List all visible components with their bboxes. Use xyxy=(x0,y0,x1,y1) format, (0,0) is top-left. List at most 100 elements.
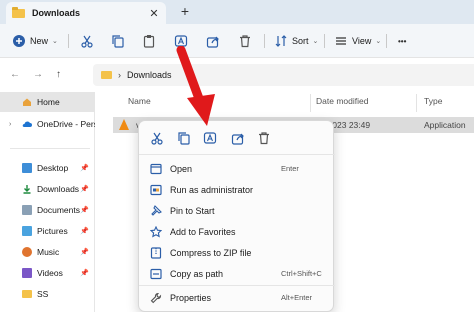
menu-item-shortcut: Alt+Enter xyxy=(281,293,313,302)
sidebar-item-home[interactable]: Home xyxy=(0,92,95,112)
breadcrumb[interactable]: Downloads xyxy=(127,70,172,80)
navigation-pane: Home › OneDrive - Perso Desktop 📌 Downlo… xyxy=(0,92,95,312)
pin-icon xyxy=(151,204,162,216)
toolbar-divider xyxy=(324,34,325,48)
view-button[interactable]: View ⌄ xyxy=(334,33,381,49)
chevron-down-icon: ⌄ xyxy=(375,38,382,45)
document-icon xyxy=(22,205,32,215)
scissors-icon xyxy=(81,35,93,48)
column-divider[interactable] xyxy=(416,94,417,112)
pin-icon[interactable]: 📌 xyxy=(80,269,89,277)
sidebar-item-onedrive[interactable]: › OneDrive - Perso xyxy=(0,114,95,134)
up-arrow-icon[interactable]: ↑ xyxy=(56,69,61,80)
address-bar[interactable]: › Downloads xyxy=(93,64,474,86)
menu-item-open[interactable]: Open Enter xyxy=(139,158,335,179)
paste-button[interactable] xyxy=(142,33,156,49)
zip-icon xyxy=(150,246,162,259)
view-icon xyxy=(336,37,346,45)
music-icon xyxy=(22,247,32,257)
chevron-right-icon[interactable]: › xyxy=(9,121,11,128)
menu-item-copy-as-path[interactable]: Copy as path Ctrl+Shift+C xyxy=(139,263,335,284)
copy-icon xyxy=(112,35,124,48)
pin-icon[interactable]: 📌 xyxy=(80,185,89,193)
sidebar-divider xyxy=(10,148,90,149)
tab-downloads[interactable]: Downloads ✕ xyxy=(6,2,166,24)
address-row: ← → ↑ › Downloads xyxy=(0,58,474,92)
open-icon xyxy=(150,163,162,174)
cut-button[interactable] xyxy=(80,33,94,49)
sort-label: Sort xyxy=(292,36,309,46)
tab-bar: Downloads ✕ + xyxy=(0,0,474,24)
folder-icon xyxy=(101,71,112,79)
chevron-down-icon: ⌄ xyxy=(312,38,319,45)
sort-button[interactable]: Sort ⌄ xyxy=(274,33,318,49)
clipboard-icon xyxy=(143,35,155,48)
sidebar-item-pictures[interactable]: Pictures 📌 xyxy=(0,221,95,241)
menu-item-label: Run as administrator xyxy=(170,184,254,195)
sidebar-item-downloads[interactable]: Downloads 📌 xyxy=(0,179,95,199)
more-options-button[interactable]: ••• xyxy=(398,33,406,49)
context-menu: Open Enter Run as administrator Pin to S… xyxy=(138,120,335,312)
vlc-cone-icon xyxy=(119,119,129,130)
chevron-down-icon: ⌄ xyxy=(52,38,58,45)
path-icon xyxy=(150,268,162,279)
toolbar-divider xyxy=(68,34,69,48)
share-icon[interactable] xyxy=(231,131,245,145)
sidebar-item-documents[interactable]: Documents 📌 xyxy=(0,200,95,220)
column-header-name[interactable]: Name xyxy=(128,96,151,106)
sidebar-item-label: Documents xyxy=(37,205,80,215)
menu-item-compress-zip[interactable]: Compress to ZIP file xyxy=(139,242,335,263)
column-header-type[interactable]: Type xyxy=(424,96,442,106)
column-divider[interactable] xyxy=(310,94,311,112)
pin-icon[interactable]: 📌 xyxy=(80,227,89,235)
menu-item-pin-to-start[interactable]: Pin to Start xyxy=(139,200,335,221)
sidebar-item-label: Music xyxy=(37,247,60,257)
sidebar-item-label: Desktop xyxy=(37,163,69,173)
back-arrow-icon[interactable]: ← xyxy=(10,69,20,80)
video-icon xyxy=(22,268,32,278)
menu-item-shortcut: Enter xyxy=(281,164,299,173)
forward-arrow-icon[interactable]: → xyxy=(33,69,43,80)
folder-icon xyxy=(12,6,25,18)
file-type: Application xyxy=(424,120,466,130)
context-menu-quick-actions xyxy=(139,121,335,155)
pin-icon[interactable]: 📌 xyxy=(80,164,89,172)
sidebar-item-label: Downloads xyxy=(37,184,80,194)
menu-item-label: Properties xyxy=(170,292,212,303)
pin-icon[interactable]: 📌 xyxy=(80,248,89,256)
new-tab-button[interactable]: + xyxy=(178,3,192,19)
copy-button[interactable] xyxy=(111,33,125,49)
close-tab-icon[interactable]: ✕ xyxy=(148,7,160,20)
sidebar-item-label: SS xyxy=(37,289,49,299)
tab-title: Downloads xyxy=(32,8,81,18)
menu-item-label: Copy as path xyxy=(170,268,224,279)
chevron-right-icon: › xyxy=(118,70,121,80)
pin-icon[interactable]: 📌 xyxy=(80,206,89,214)
menu-item-label: Open xyxy=(170,163,193,174)
desktop-icon xyxy=(22,163,32,173)
menu-item-add-to-favorites[interactable]: Add to Favorites xyxy=(139,221,335,242)
sidebar-item-videos[interactable]: Videos 📌 xyxy=(0,263,95,283)
trash-icon[interactable] xyxy=(257,131,271,145)
sidebar-item-label: Pictures xyxy=(37,226,68,236)
sidebar-item-ss[interactable]: SS xyxy=(0,284,95,304)
menu-item-run-as-admin[interactable]: Run as administrator xyxy=(139,179,335,200)
menu-item-label: Pin to Start xyxy=(170,205,215,216)
shield-icon xyxy=(150,184,162,195)
star-icon xyxy=(150,225,162,238)
picture-icon xyxy=(22,226,32,236)
cut-icon[interactable] xyxy=(150,131,164,145)
red-arrow-annotation xyxy=(176,46,215,126)
sidebar-item-music[interactable]: Music 📌 xyxy=(0,242,95,262)
new-button[interactable]: New ⌄ xyxy=(12,33,58,49)
copy-icon[interactable] xyxy=(177,131,191,145)
delete-button[interactable] xyxy=(238,33,252,49)
column-header-date[interactable]: Date modified xyxy=(316,96,368,106)
view-label: View xyxy=(352,36,372,46)
menu-item-properties[interactable]: Properties Alt+Enter xyxy=(139,287,335,308)
command-bar: New ⌄ Sort ⌄ View ⌄ ••• xyxy=(0,24,474,58)
wrench-icon xyxy=(150,292,162,303)
sidebar-item-desktop[interactable]: Desktop 📌 xyxy=(0,158,95,178)
rename-icon[interactable] xyxy=(203,131,217,145)
menu-divider xyxy=(139,285,335,286)
